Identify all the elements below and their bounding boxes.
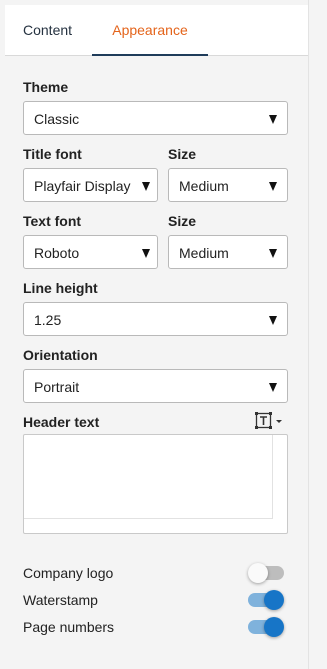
active-tab-indicator	[92, 54, 208, 56]
text-size-select[interactable]: Medium	[168, 235, 288, 269]
textarea-inner-border-vertical	[272, 435, 273, 519]
theme-label: Theme	[23, 79, 69, 95]
orientation-select[interactable]: Portrait	[23, 369, 288, 403]
toggle-knob	[248, 563, 268, 583]
title-size-value: Medium	[179, 178, 229, 194]
text-font-select[interactable]: Roboto	[23, 235, 158, 269]
header-text-label: Header text	[23, 414, 100, 430]
title-font-label: Title font	[23, 146, 82, 162]
chevron-down-icon	[269, 316, 277, 325]
page-numbers-label: Page numbers	[23, 619, 115, 635]
company-logo-toggle[interactable]	[248, 563, 284, 583]
waterstamp-label: Waterstamp	[23, 592, 98, 608]
theme-value: Classic	[34, 111, 80, 127]
title-size-label: Size	[168, 146, 197, 162]
tab-bar: Content Appearance	[5, 5, 308, 56]
chevron-down-icon	[269, 182, 277, 191]
title-size-select[interactable]: Medium	[168, 168, 288, 202]
orientation-value: Portrait	[34, 379, 80, 395]
chevron-down-icon	[269, 249, 277, 258]
tab-content[interactable]: Content	[23, 5, 72, 55]
chevron-down-icon	[142, 182, 150, 191]
waterstamp-toggle[interactable]	[248, 590, 284, 610]
chevron-down-icon	[142, 249, 150, 258]
insert-text-field-icon[interactable]	[254, 411, 284, 431]
toggle-knob	[264, 590, 284, 610]
text-size-value: Medium	[179, 245, 229, 261]
orientation-label: Orientation	[23, 347, 98, 363]
text-font-value: Roboto	[34, 245, 80, 261]
chevron-down-icon	[269, 383, 277, 392]
text-size-label: Size	[168, 213, 197, 229]
chevron-down-icon	[269, 115, 277, 124]
panel-divider	[308, 0, 309, 669]
company-logo-label: Company logo	[23, 565, 114, 581]
title-font-value: Playfair Display	[34, 178, 131, 194]
line-height-value: 1.25	[34, 312, 62, 328]
toggle-knob	[264, 617, 284, 637]
line-height-select[interactable]: 1.25	[23, 302, 288, 336]
theme-select[interactable]: Classic	[23, 101, 288, 135]
title-font-select[interactable]: Playfair Display	[23, 168, 158, 202]
textarea-inner-border	[24, 518, 273, 519]
tab-appearance[interactable]: Appearance	[92, 5, 208, 55]
line-height-label: Line height	[23, 280, 98, 296]
text-font-label: Text font	[23, 213, 82, 229]
header-text-input[interactable]	[23, 434, 288, 534]
page-numbers-toggle[interactable]	[248, 617, 284, 637]
